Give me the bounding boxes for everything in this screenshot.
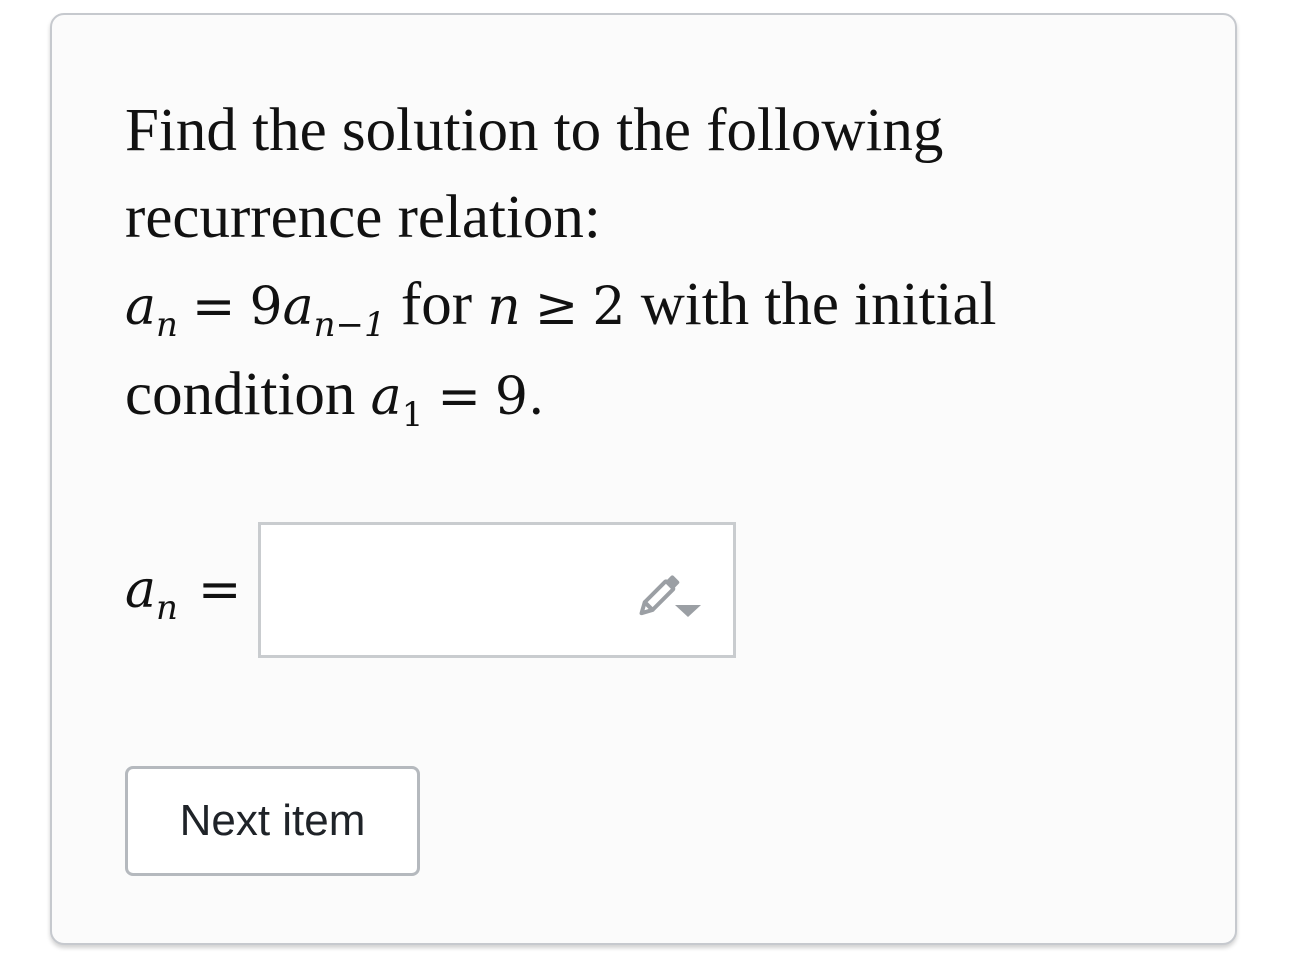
answer-row: an = — [125, 522, 736, 658]
pencil-dropdown-icon[interactable] — [639, 567, 703, 619]
initial-equals-sign: = — [437, 367, 481, 427]
answer-input[interactable] — [258, 522, 736, 658]
question-card: Find the solution to the following recur… — [50, 13, 1237, 945]
condition-inequality: n ≥2 — [487, 277, 625, 337]
coefficient: 9 — [249, 277, 283, 337]
answer-label: an = — [125, 560, 258, 625]
initial-value: 9. — [494, 367, 545, 427]
question-prompt: Find the solution to the following recur… — [125, 87, 1105, 441]
answer-label-subscript: n — [156, 588, 178, 628]
lower-bound: 2 — [592, 277, 626, 337]
n-variable: n — [487, 277, 521, 337]
recurrence-equation: an = 9an−1 — [125, 277, 386, 342]
answer-label-variable: a — [125, 560, 157, 620]
with-initial-text: with the initial — [640, 271, 997, 338]
next-item-button[interactable]: Next item — [125, 766, 420, 876]
question-intro: Find the solution to the following recur… — [125, 97, 944, 251]
geq-sign: ≥ — [534, 277, 579, 337]
for-word: for — [400, 271, 473, 338]
lhs-subscript: n — [156, 305, 178, 345]
rhs-subscript: n−1 — [313, 305, 386, 345]
initial-subscript: 1 — [401, 395, 424, 435]
initial-condition: a1 = 9. — [370, 367, 545, 432]
initial-variable: a — [370, 367, 402, 427]
rhs-variable: a — [282, 277, 314, 337]
equals-sign: = — [191, 277, 236, 337]
lhs-variable: a — [125, 277, 157, 337]
answer-equals-sign: = — [197, 560, 242, 620]
condition-word: condition — [125, 361, 356, 428]
